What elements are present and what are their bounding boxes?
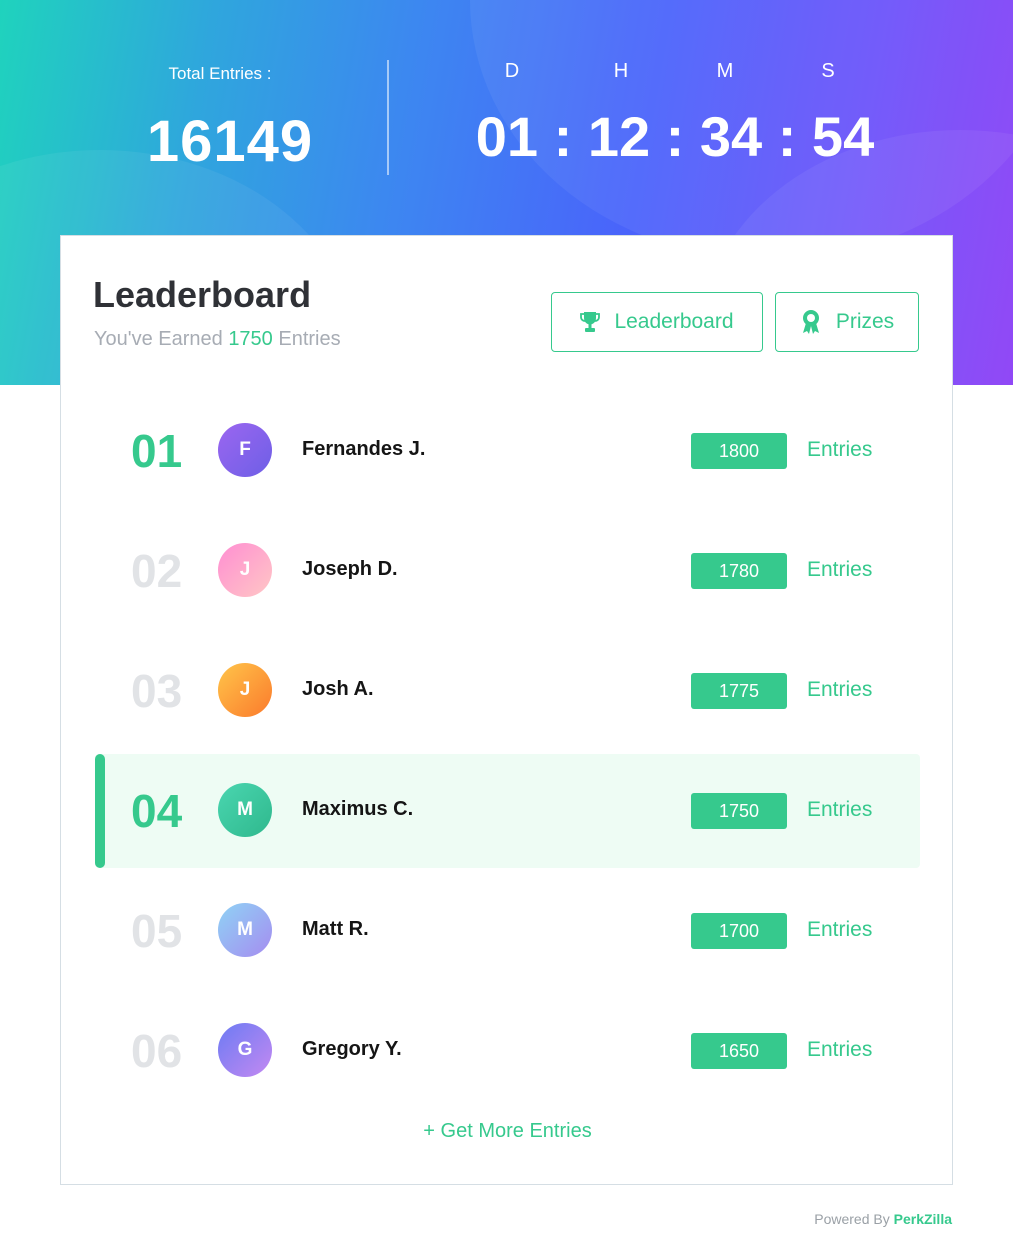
powered-by-prefix: Powered By xyxy=(814,1211,890,1227)
leaderboard-row: 01 F Fernandes J. 1800 Entries xyxy=(95,394,920,508)
leaderboard-row: 05 M Matt R. 1700 Entries xyxy=(95,874,920,988)
row-user-name: Maximus C. xyxy=(302,798,414,820)
earned-prefix: You've Earned xyxy=(94,328,223,350)
leaderboard-row: 03 J Josh A. 1775 Entries xyxy=(95,634,920,748)
countdown-label-seconds: S xyxy=(821,60,835,82)
row-user-name: Gregory Y. xyxy=(302,1038,402,1060)
row-entries-label: Entries xyxy=(807,438,873,461)
row-rank: 02 xyxy=(131,545,183,597)
row-score-badge: 1650 xyxy=(691,1033,787,1069)
row-user-name: Fernandes J. xyxy=(302,438,426,460)
earned-entries-text: You've Earned 1750 Entries xyxy=(94,328,341,351)
avatar: G xyxy=(218,1023,272,1077)
row-entries-label: Entries xyxy=(807,558,873,581)
row-rank: 06 xyxy=(131,1025,183,1077)
leaderboard-row: 02 J Joseph D. 1780 Entries xyxy=(95,514,920,628)
countdown-labels: D H M S xyxy=(0,60,1013,84)
row-user-name: Josh A. xyxy=(302,678,374,700)
row-entries-label: Entries xyxy=(807,678,873,701)
row-rank: 04 xyxy=(131,785,183,837)
row-score-badge: 1750 xyxy=(691,793,787,829)
row-score-badge: 1775 xyxy=(691,673,787,709)
prizes-tab-button[interactable]: Prizes xyxy=(775,292,919,352)
row-rank: 01 xyxy=(131,425,183,477)
row-user-name: Joseph D. xyxy=(302,558,398,580)
row-rank: 03 xyxy=(131,665,183,717)
leaderboard-tab-label: Leaderboard xyxy=(614,310,734,333)
row-entries-label: Entries xyxy=(807,1038,873,1061)
prizes-tab-label: Prizes xyxy=(835,310,895,333)
current-user-indicator xyxy=(95,754,105,868)
earned-suffix: Entries xyxy=(278,328,341,350)
row-entries-label: Entries xyxy=(807,918,873,941)
leaderboard-tab-button[interactable]: Leaderboard xyxy=(551,292,763,352)
row-user-name: Matt R. xyxy=(302,918,369,940)
leaderboard-row: 06 G Gregory Y. 1650 Entries xyxy=(95,994,920,1108)
earned-value: 1750 xyxy=(228,328,273,350)
countdown-label-hours: H xyxy=(613,60,629,82)
countdown-label-minutes: M xyxy=(716,60,734,82)
powered-by: Powered By PerkZilla xyxy=(760,1211,952,1227)
row-score-badge: 1700 xyxy=(691,913,787,949)
brand-link[interactable]: PerkZilla xyxy=(894,1211,952,1227)
total-entries-value: 16149 xyxy=(146,109,314,174)
card-title: Leaderboard xyxy=(93,274,312,315)
row-score-badge: 1780 xyxy=(691,553,787,589)
leaderboard-card: Leaderboard You've Earned 1750 Entries L… xyxy=(60,235,953,1185)
avatar: F xyxy=(218,423,272,477)
trophy-icon xyxy=(580,312,601,332)
leaderboard-row-current-user: 04 M Maximus C. 1750 Entries xyxy=(95,754,920,868)
avatar: J xyxy=(218,663,272,717)
row-entries-label: Entries xyxy=(807,798,873,821)
avatar: M xyxy=(218,783,272,837)
award-ribbon-icon xyxy=(802,310,819,334)
countdown-timer: 01 : 12 : 34 : 54 xyxy=(475,105,875,168)
get-more-entries-link[interactable]: + Get More Entries xyxy=(61,1120,954,1143)
avatar: M xyxy=(218,903,272,957)
row-rank: 05 xyxy=(131,905,183,957)
avatar: J xyxy=(218,543,272,597)
countdown-label-days: D xyxy=(504,60,520,82)
row-score-badge: 1800 xyxy=(691,433,787,469)
